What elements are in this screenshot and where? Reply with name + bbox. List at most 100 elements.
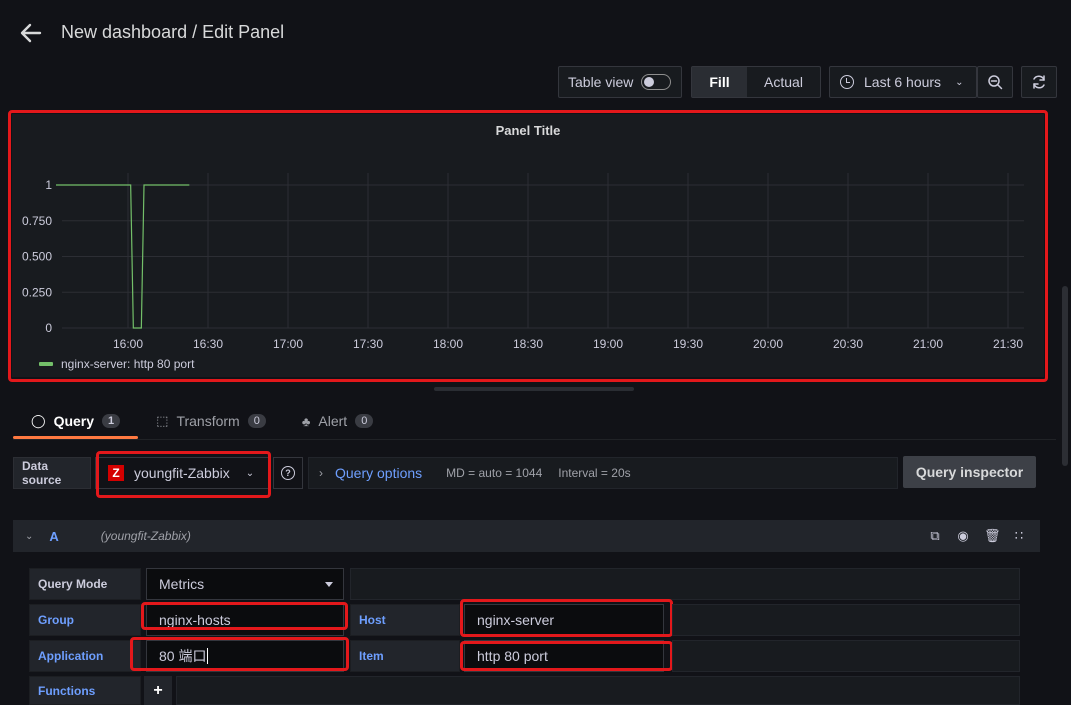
trash-icon[interactable]: 🗑 <box>984 528 1001 544</box>
zabbix-logo-icon: Z <box>108 465 124 481</box>
datasource-name: youngfit-Zabbix <box>134 465 230 481</box>
toggle-switch[interactable] <box>641 74 672 90</box>
group-label: Group <box>29 604 141 636</box>
legend-swatch <box>39 362 53 366</box>
y-tick-label: 0.750 <box>22 214 52 228</box>
page-title: New dashboard / Edit Panel <box>61 22 285 42</box>
tab-transform[interactable]: ⬚ Transform 0 <box>138 405 284 437</box>
query-mode-select[interactable]: Metrics <box>146 568 344 600</box>
max-data-points: MD = auto = 1044 <box>446 466 543 480</box>
editor-tabs: ◯ Query 1 ⬚ Transform 0 ♣ Alert 0 <box>13 405 391 439</box>
tab-count-badge: 0 <box>247 414 266 428</box>
host-value: nginx-server <box>477 612 555 628</box>
zoom-out-icon <box>988 75 1003 90</box>
group-value: nginx-hosts <box>159 612 231 628</box>
question-icon: ? <box>281 466 295 480</box>
tab-alert[interactable]: ♣ Alert 0 <box>284 405 391 437</box>
refresh-button[interactable] <box>1021 66 1057 98</box>
x-tick-label: 17:30 <box>353 337 383 351</box>
chevron-down-icon: ⌄ <box>955 76 964 88</box>
tab-label: Alert <box>318 413 348 429</box>
refresh-icon <box>1033 75 1045 89</box>
query-row-name[interactable]: A <box>49 529 58 544</box>
x-tick-label: 20:00 <box>753 337 783 351</box>
duplicate-icon[interactable]: ⧉ <box>928 528 942 544</box>
panel-preview: Panel Title 0 0.250 0.500 0.750 1 16:00 16:30 1… <box>12 114 1044 377</box>
text-caret <box>207 648 209 664</box>
tab-query[interactable]: ◯ Query 1 <box>13 405 139 439</box>
caret-down-icon <box>325 582 333 587</box>
x-tick-label: 17:00 <box>273 337 303 351</box>
chevron-right-icon: › <box>319 466 323 480</box>
time-range-label: Last 6 hours <box>864 74 942 90</box>
application-input[interactable]: 80 端口 <box>146 640 344 672</box>
y-tick-label: 0.500 <box>22 250 52 264</box>
functions-label: Functions <box>29 676 141 705</box>
drag-handle-icon[interactable]: ∷ <box>1012 528 1026 544</box>
help-button[interactable]: ? <box>273 457 303 489</box>
table-view-toggle[interactable]: Table view <box>558 66 682 98</box>
query-mode-label: Query Mode <box>29 568 141 600</box>
item-label: Item <box>350 640 460 672</box>
y-tick-label: 0.250 <box>22 285 52 299</box>
host-input[interactable]: nginx-server <box>464 604 664 636</box>
datasource-picker[interactable]: Z youngfit-Zabbix ⌄ <box>95 457 269 489</box>
tab-count-badge: 0 <box>355 414 374 428</box>
page-header: New dashboard / Edit Panel <box>0 0 1071 64</box>
query-inspector-button[interactable]: Query inspector <box>903 456 1036 488</box>
host-label: Host <box>350 604 460 636</box>
zoom-out-button[interactable] <box>977 66 1013 98</box>
fill-button[interactable]: Fill <box>692 67 747 97</box>
row-filler <box>176 676 1020 705</box>
row-filler <box>672 604 1020 636</box>
item-input[interactable]: http 80 port <box>464 640 664 672</box>
database-icon: ◯ <box>31 413 46 428</box>
application-value: 80 端口 <box>159 648 207 664</box>
chevron-down-icon: ⌄ <box>245 467 255 479</box>
x-tick-label: 20:30 <box>833 337 863 351</box>
interval: Interval = 20s <box>558 466 631 480</box>
x-tick-label: 21:00 <box>913 337 943 351</box>
group-input[interactable]: nginx-hosts <box>146 604 344 636</box>
x-tick-label: 19:30 <box>673 337 703 351</box>
legend-label: nginx-server: http 80 port <box>61 357 195 371</box>
query-row-datasource: (youngfit-Zabbix) <box>100 529 191 543</box>
query-options-label: Query options <box>335 465 423 481</box>
clock-icon <box>840 75 854 89</box>
add-function-button[interactable]: + <box>144 676 172 705</box>
bell-icon: ♣ <box>301 413 311 429</box>
row-filler <box>350 568 1020 600</box>
query-mode-value: Metrics <box>159 576 205 592</box>
x-tick-label: 18:30 <box>513 337 543 351</box>
x-tick-label: 21:30 <box>993 337 1023 351</box>
panel-resize-handle[interactable] <box>434 387 634 391</box>
y-tick-label: 0 <box>45 321 52 335</box>
datasource-label: Data source <box>13 457 91 489</box>
item-value: http 80 port <box>477 648 548 664</box>
arrow-left-icon[interactable] <box>20 22 42 44</box>
time-range-picker[interactable]: Last 6 hours ⌄ <box>829 66 977 98</box>
fill-actual-switch: Fill Actual <box>691 66 821 98</box>
actual-button[interactable]: Actual <box>747 74 820 90</box>
row-filler <box>672 640 1020 672</box>
x-tick-label: 18:00 <box>433 337 463 351</box>
tabs-divider <box>13 439 1056 440</box>
transform-icon: ⬚ <box>156 413 169 428</box>
time-series-chart: 0 0.250 0.500 0.750 1 16:00 16:30 17:00 17:30 18:… <box>22 173 1024 351</box>
eye-icon[interactable]: ◉ <box>956 528 970 544</box>
tab-label: Transform <box>176 413 240 429</box>
tab-count-badge: 1 <box>102 414 121 428</box>
scrollbar[interactable] <box>1062 286 1068 466</box>
x-tick-label: 16:30 <box>193 337 223 351</box>
application-label: Application <box>29 640 141 672</box>
query-row-header[interactable]: ⌄ A (youngfit-Zabbix) ⧉ ◉ 🗑 ∷ <box>13 520 1040 552</box>
chevron-down-icon[interactable]: ⌄ <box>25 531 33 542</box>
y-tick-label: 1 <box>45 178 52 192</box>
query-row-actions: ⧉ ◉ 🗑 ∷ <box>928 528 1026 544</box>
table-view-label: Table view <box>568 74 634 90</box>
x-tick-label: 16:00 <box>113 337 143 351</box>
x-tick-label: 19:00 <box>593 337 623 351</box>
chart-legend[interactable]: nginx-server: http 80 port <box>39 357 194 371</box>
tab-label: Query <box>53 413 95 429</box>
query-options-bar[interactable]: › Query options MD = auto = 1044 Interva… <box>308 457 898 489</box>
